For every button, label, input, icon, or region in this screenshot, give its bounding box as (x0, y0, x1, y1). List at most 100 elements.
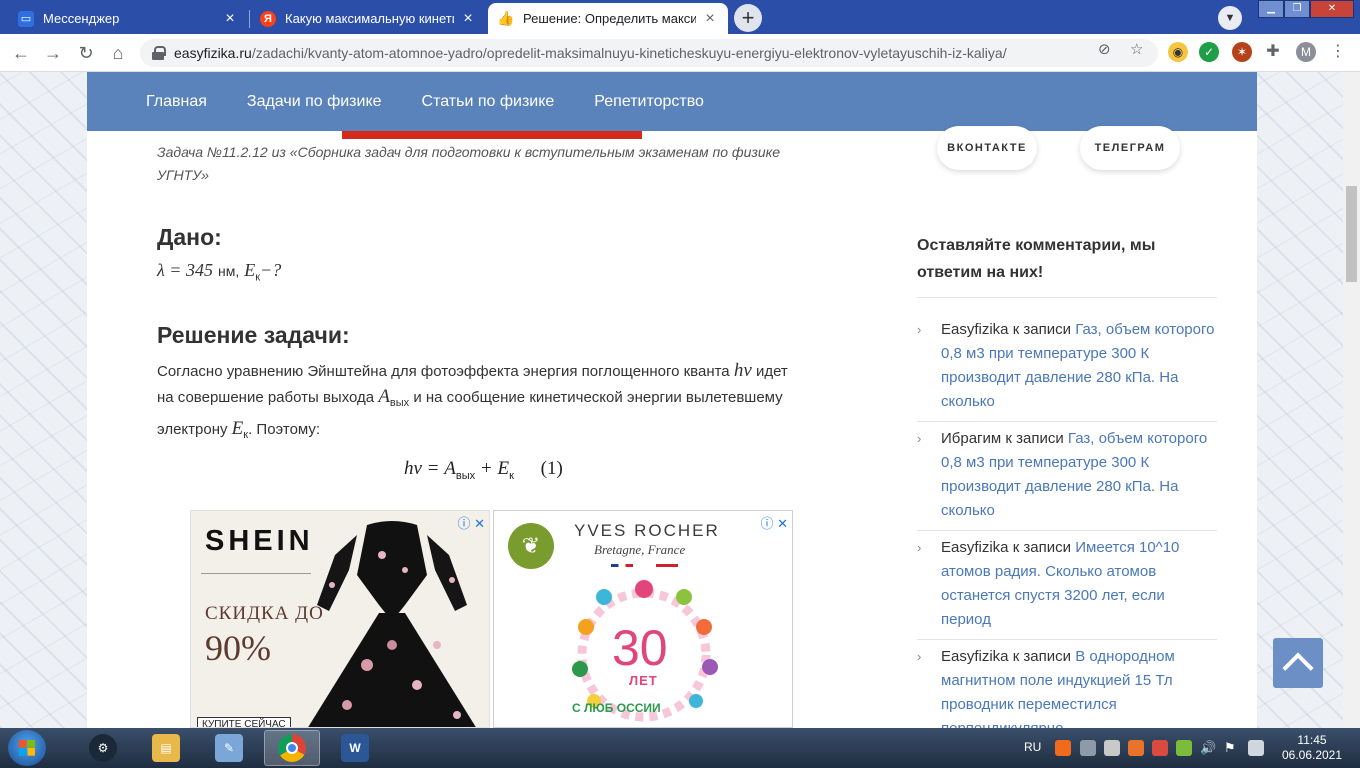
maximize-button[interactable]: ❐ (1284, 0, 1310, 18)
tab-easyfizika[interactable]: 👍 Решение: Определить максима × (488, 3, 728, 34)
tab-close-icon[interactable]: × (222, 10, 238, 28)
extensions-puzzle-icon[interactable]: ✚ (1263, 42, 1283, 62)
tray-app-icon[interactable] (1128, 740, 1144, 756)
nav-problems[interactable]: Задачи по физике (247, 93, 382, 111)
bookmark-star-icon[interactable]: ☆ (1130, 40, 1143, 58)
comments-heading: Оставляйте комментарии, мы ответим на ни… (917, 237, 1156, 281)
web-page: Главная Задачи по физике Статьи по физик… (0, 72, 1360, 728)
tray-app-icon[interactable] (1080, 740, 1096, 756)
comment-item: › Easyfizika к записи Имеется 10^10 атом… (917, 536, 1217, 632)
nvidia-icon[interactable] (1176, 740, 1192, 756)
given-values: λ = 345 нм, Eк−? (157, 260, 282, 284)
browser-toolbar: ← → ↻ ⌂ easyfizika.ru/zadachi/kvanty-ato… (0, 34, 1360, 72)
address-bar[interactable]: easyfizika.ru/zadachi/kvanty-atom-atomno… (140, 39, 1158, 67)
nav-tutoring[interactable]: Репетиторство (594, 93, 704, 111)
scrollbar-thumb[interactable] (1346, 186, 1357, 282)
dress-image (308, 521, 476, 727)
volume-icon[interactable]: 🔊 (1200, 740, 1216, 756)
eye-off-icon[interactable]: ⊘ (1098, 40, 1111, 58)
action-center-flag-icon[interactable]: ⚑ (1224, 740, 1240, 756)
telegram-button[interactable]: ТЕЛЕГРАМ (1080, 126, 1180, 170)
easyfizika-icon: 👍 (497, 10, 515, 27)
comment-item: › Easyfizika к записи В однородном магни… (917, 645, 1217, 728)
back-icon[interactable]: ← (8, 40, 34, 66)
flag-stripe (656, 564, 678, 567)
vk-button[interactable]: ВКОНТАКТЕ (937, 126, 1037, 170)
tab-close-icon[interactable]: × (460, 10, 476, 28)
url-host: easyfizika.ru (174, 45, 252, 61)
bullet-icon: › (917, 540, 922, 555)
window-controls: ▁ ❐ ✕ (1258, 0, 1354, 18)
language-indicator[interactable]: RU (1024, 740, 1041, 754)
home-icon[interactable]: ⌂ (105, 40, 131, 66)
tab-close-icon[interactable]: × (702, 10, 718, 28)
bullet-icon: › (917, 649, 922, 664)
ad-yves-rocher[interactable]: ❦ YVES ROCHER Bretagne, France 30 ЛЕТ С … (493, 510, 793, 728)
page-scrollbar[interactable] (1343, 72, 1360, 728)
equation-einstein: hν = Aвых + Eк (1) (404, 458, 563, 482)
profile-avatar[interactable]: M (1296, 42, 1316, 62)
extension-owl-icon[interactable]: ◉ (1168, 42, 1188, 62)
yves-rocher-logo-icon: ❦ (508, 523, 554, 569)
comment-item: › Ибрагим к записи Газ, объем которого 0… (917, 427, 1217, 523)
solution-paragraph: Согласно уравнению Эйнштейна для фотоэфф… (157, 360, 788, 441)
taskbar-explorer[interactable]: ▤ (138, 730, 194, 766)
taskbar-word[interactable]: W (327, 730, 383, 766)
site-navigation: Главная Задачи по физике Статьи по физик… (87, 72, 1257, 131)
word-icon: W (341, 734, 369, 762)
network-icon[interactable] (1248, 740, 1264, 756)
system-clock[interactable]: 11:45 06.06.2021 (1277, 733, 1347, 763)
bullet-icon: › (917, 431, 922, 446)
windows-logo-icon (19, 740, 35, 756)
folder-icon: ▤ (152, 734, 180, 762)
yandex-icon: Я (260, 10, 276, 27)
tab-search-icon[interactable]: ▼ (1218, 6, 1242, 30)
tab-yandex[interactable]: Я Какую максимальную кинетиче × (250, 3, 486, 34)
given-heading: Дано: (157, 224, 222, 250)
menu-kebab-icon[interactable]: ⋮ (1328, 42, 1348, 62)
divider (917, 421, 1217, 422)
window-close-button[interactable]: ✕ (1310, 0, 1354, 18)
url-path: /zadachi/kvanty-atom-atomnoe-yadro/opred… (251, 45, 1007, 61)
tab-title: Мессенджер (43, 11, 120, 26)
divider (917, 297, 1217, 298)
steam-icon: ⚙ (89, 734, 117, 762)
adblock-shield-icon[interactable]: ✓ (1199, 42, 1219, 62)
ad-buy-button[interactable]: КУПИТЕ СЕЙЧАС (197, 717, 291, 727)
ad-shein[interactable]: SHEIN СКИДКА ДО 90% КУПИТЕ СЕЙЧАС ⓘ ✕ (190, 510, 490, 728)
taskbar-paint[interactable]: ✎ (201, 730, 257, 766)
divider (917, 639, 1217, 640)
taskbar-chrome[interactable] (264, 730, 320, 766)
tray-app-icon[interactable] (1152, 740, 1168, 756)
new-tab-button[interactable]: + (734, 4, 762, 32)
taskbar-steam[interactable]: ⚙ (75, 730, 131, 766)
nav-home[interactable]: Главная (146, 93, 207, 111)
forward-icon[interactable]: → (40, 40, 66, 66)
background-right (1257, 72, 1344, 728)
tray-app-icon[interactable] (1055, 740, 1071, 756)
start-button[interactable] (8, 730, 46, 766)
ad-info-close-icon[interactable]: ⓘ ✕ (457, 513, 485, 532)
ad-anniversary-label: ЛЕТ (629, 673, 658, 688)
french-flag-icon (611, 564, 633, 567)
solution-heading: Решение задачи: (157, 322, 350, 348)
minimize-button[interactable]: ▁ (1258, 0, 1284, 18)
scroll-to-top-button[interactable] (1273, 638, 1323, 688)
chrome-icon (278, 734, 306, 762)
nav-articles[interactable]: Статьи по физике (422, 93, 555, 111)
ad-info-close-icon[interactable]: ⓘ ✕ (760, 513, 788, 532)
extension-crab-icon[interactable]: ✶ (1232, 42, 1252, 62)
comment-item: › Easyfizika к записи Газ, объем которог… (917, 318, 1217, 414)
tab-messenger[interactable]: ▭ Мессенджер × (8, 3, 248, 34)
problem-source-caption: Задача №11.2.12 из «Сборника задач для п… (157, 144, 781, 183)
browser-tab-strip: ▭ Мессенджер × Я Какую максимальную кине… (0, 0, 1360, 34)
tray-app-icon[interactable] (1104, 740, 1120, 756)
tab-title: Решение: Определить максима (523, 11, 696, 26)
windows-taskbar: ⚙ ▤ ✎ W RU 🔊 ⚑ 11:45 06.06.2021 (0, 728, 1360, 768)
lock-icon[interactable] (152, 46, 166, 60)
ad-brand-sub: Bretagne, France (594, 542, 686, 557)
bullet-icon: › (917, 322, 922, 337)
messenger-icon: ▭ (18, 10, 34, 27)
reload-icon[interactable]: ↻ (73, 40, 99, 66)
ad-anniversary-number: 30 (612, 620, 668, 676)
